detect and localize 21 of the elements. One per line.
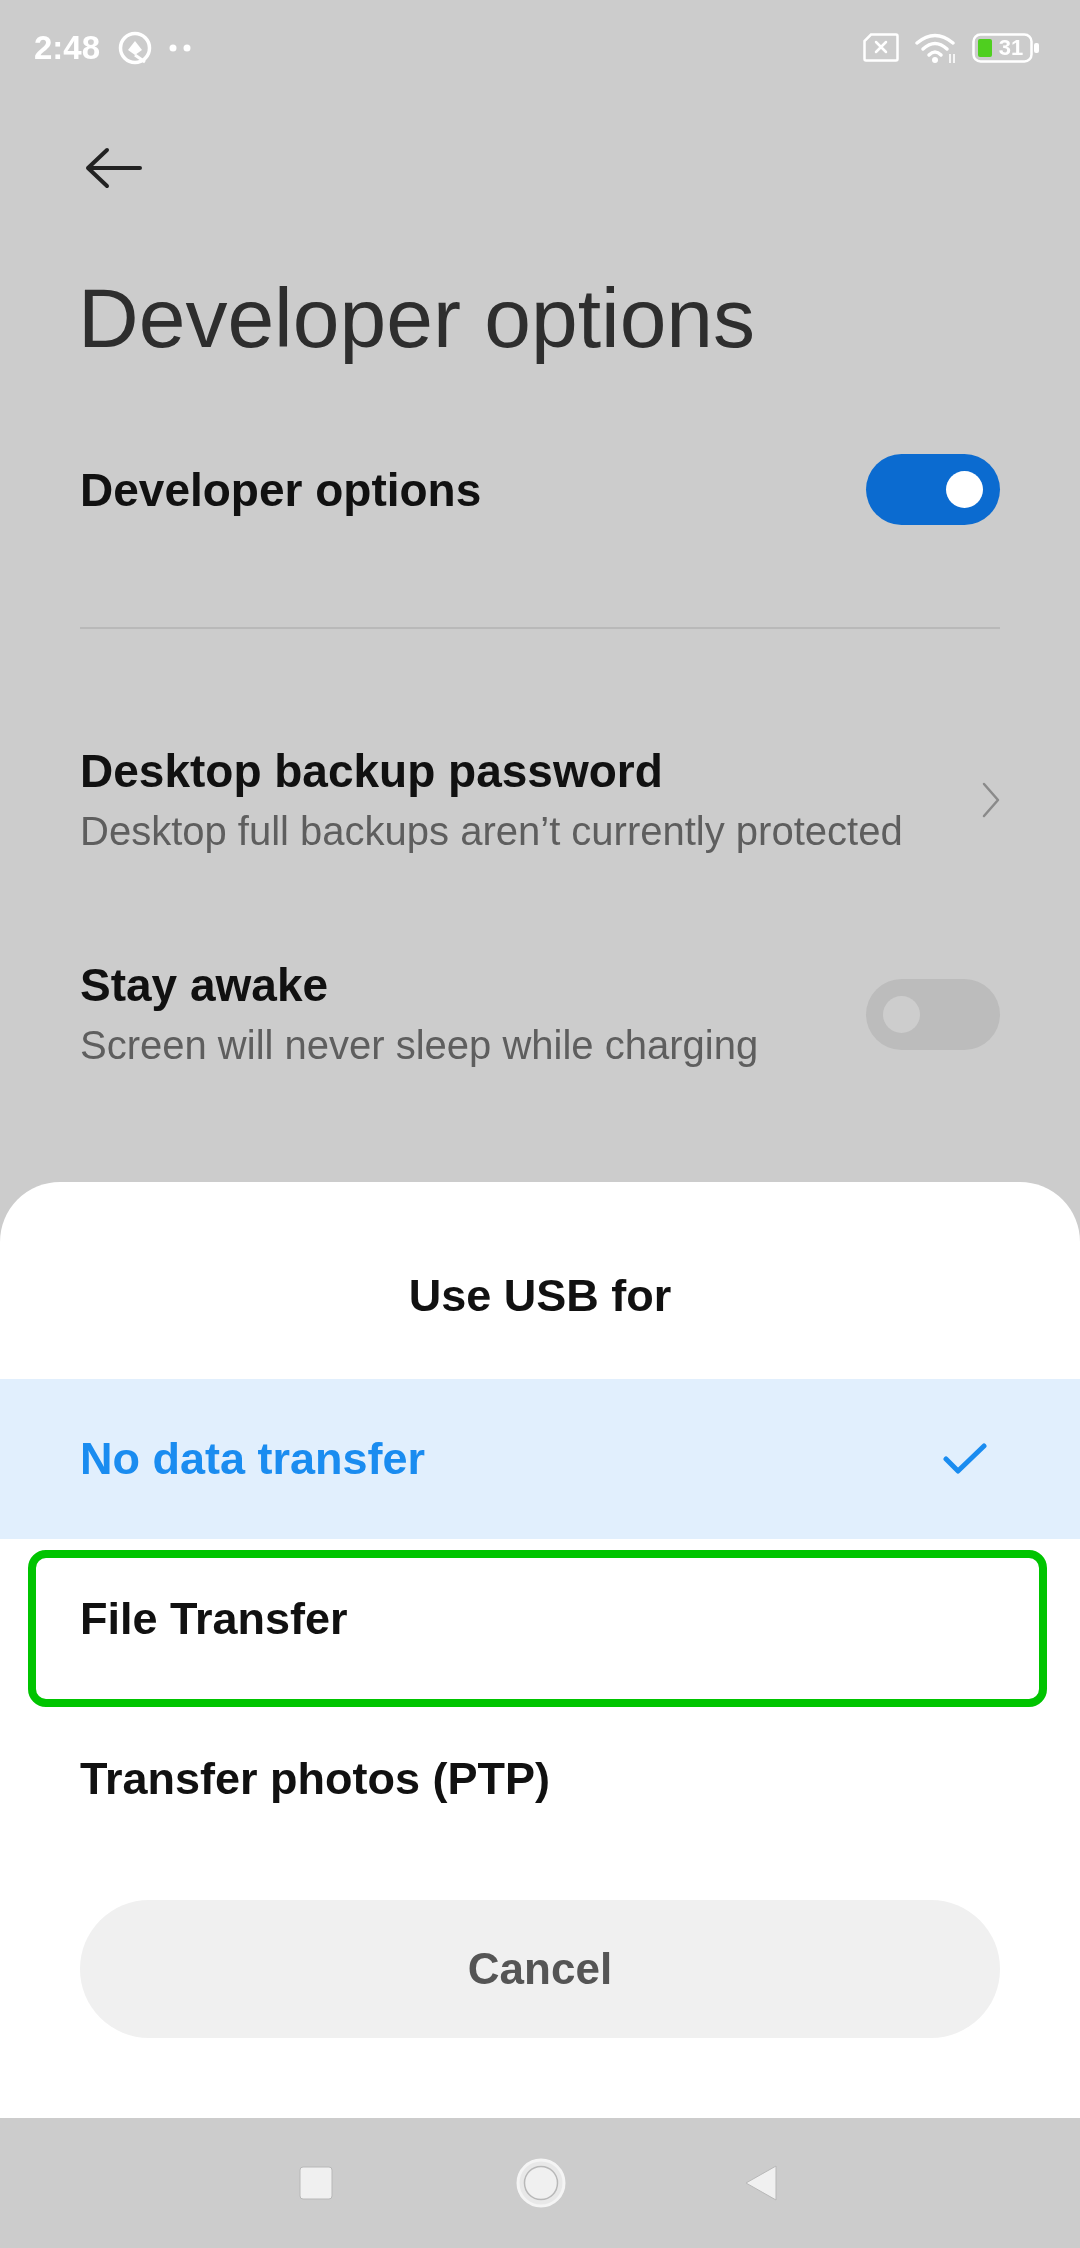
- page-title: Developer options: [78, 270, 757, 366]
- wifi-icon: [915, 31, 956, 64]
- recent-apps-icon[interactable]: [299, 2166, 333, 2200]
- setting-title: Desktop backup password: [80, 744, 664, 799]
- option-item[interactable]: File Transfer: [0, 1539, 1080, 1699]
- setting-description: Screen will never sleep while charging: [80, 1022, 760, 1069]
- chevron-right-icon: [982, 782, 1000, 818]
- notification-icon: [118, 30, 153, 65]
- option-item[interactable]: Transfer photos (PTP): [0, 1699, 1080, 1859]
- setting-title: Stay awake: [80, 958, 330, 1013]
- checkmark-icon: [943, 1443, 987, 1475]
- back-arrow-icon[interactable]: [84, 147, 142, 189]
- dots-icon: [169, 43, 192, 52]
- sheet-title: Use USB for: [407, 1269, 673, 1323]
- setting-description: Desktop full backups aren’t currently protected: [80, 808, 904, 855]
- back-icon[interactable]: [744, 2164, 778, 2202]
- setting-title: Developer options: [80, 462, 483, 518]
- cancel-button[interactable]: Cancel: [80, 1900, 1000, 2038]
- home-icon[interactable]: [516, 2158, 566, 2208]
- battery-icon: [972, 32, 1040, 63]
- no-sim-icon: [863, 33, 899, 62]
